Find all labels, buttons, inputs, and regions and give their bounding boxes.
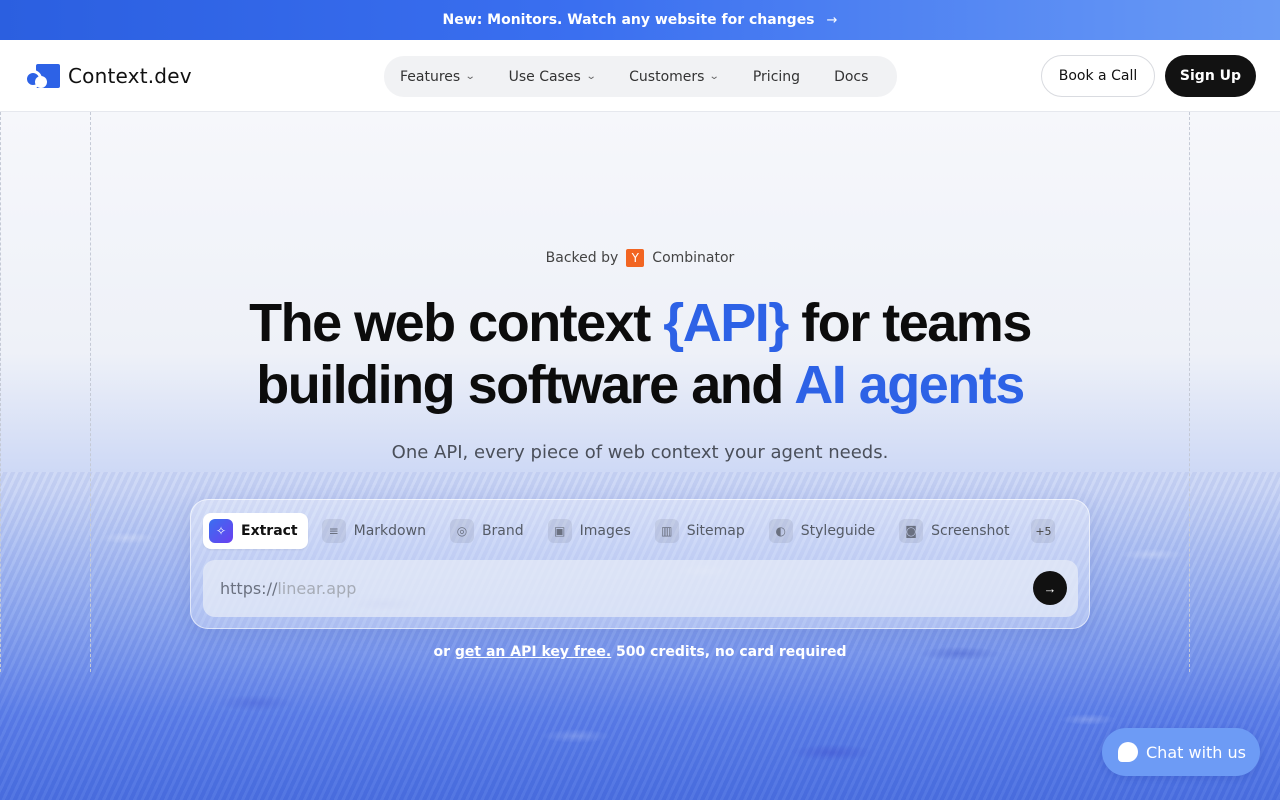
page-title: The web context {API} for teams building…: [0, 292, 1280, 416]
nav-label: Docs: [834, 68, 869, 85]
headline-text: The web context: [249, 293, 664, 353]
backed-by-badge: Backed by Y Combinator: [0, 249, 1280, 267]
nav-label: Pricing: [752, 68, 801, 85]
nav-label: Features: [400, 68, 461, 85]
chevron-down-icon: ⌄: [709, 71, 721, 82]
chat-button[interactable]: Chat with us: [1102, 728, 1260, 776]
logo[interactable]: Context.dev: [24, 63, 192, 88]
tab-label: Images: [579, 523, 631, 539]
tab-screenshot[interactable]: ◙ Screenshot: [893, 513, 1019, 549]
tab-label: Extract: [241, 523, 298, 539]
chat-bubble-icon: [1118, 742, 1138, 762]
tab-extract[interactable]: ✧ Extract: [203, 513, 308, 549]
sparkle-icon: ✧: [209, 519, 233, 543]
logo-text: Context.dev: [68, 63, 192, 88]
site-header: Context.dev Features ⌄ Use Cases ⌄ Custo…: [0, 40, 1280, 112]
chat-label: Chat with us: [1146, 742, 1246, 762]
nav-item-customers[interactable]: Customers ⌄: [629, 68, 721, 85]
backed-by-label: Backed by: [545, 250, 619, 266]
chevron-down-icon: ⌄: [464, 71, 476, 82]
tab-styleguide[interactable]: ◐ Styleguide: [763, 513, 885, 549]
map-icon: ▥: [654, 519, 679, 543]
sign-up-button[interactable]: Sign Up: [1165, 55, 1256, 97]
url-prefix: https://: [220, 579, 278, 598]
book-call-button[interactable]: Book a Call: [1041, 55, 1155, 97]
footnote-suffix: 500 credits, no card required: [611, 644, 847, 660]
url-field: https:// →: [203, 560, 1078, 617]
brand-icon: ◎: [449, 519, 474, 543]
api-tool-card: ✧ Extract ≡ Markdown ◎ Brand ▣ Images ▥ …: [190, 499, 1090, 629]
signup-footnote: or get an API key free. 500 credits, no …: [0, 644, 1280, 660]
arrow-right-icon: →: [826, 12, 838, 28]
more-tabs-button[interactable]: +5: [1031, 519, 1056, 543]
nav-item-use-cases[interactable]: Use Cases ⌄: [508, 68, 597, 85]
headline-text: building software and: [256, 355, 795, 415]
tab-label: Markdown: [353, 523, 426, 539]
tab-sitemap[interactable]: ▥ Sitemap: [649, 513, 755, 549]
combinator-label: Combinator: [652, 250, 735, 266]
headline-accent-api: {API}: [663, 293, 789, 353]
logo-icon: [24, 63, 60, 88]
image-icon: ▣: [547, 519, 572, 543]
tab-label: Styleguide: [800, 523, 876, 539]
tab-brand[interactable]: ◎ Brand: [444, 513, 534, 549]
hero-section: Backed by Y Combinator The web context {…: [0, 112, 1280, 800]
nav-item-docs[interactable]: Docs: [834, 69, 868, 85]
headline-text: for teams: [787, 293, 1032, 353]
tool-tabs: ✧ Extract ≡ Markdown ◎ Brand ▣ Images ▥ …: [203, 513, 1056, 549]
tab-markdown[interactable]: ≡ Markdown: [316, 513, 436, 549]
y-combinator-logo-icon: Y: [626, 249, 645, 267]
chevron-down-icon: ⌄: [585, 71, 597, 82]
url-input[interactable]: [277, 579, 978, 598]
tab-label: Brand: [481, 523, 524, 539]
main-nav: Features ⌄ Use Cases ⌄ Customers ⌄ Prici…: [384, 56, 897, 97]
subheading: One API, every piece of web context your…: [391, 442, 889, 463]
nav-item-features[interactable]: Features ⌄: [400, 68, 476, 85]
nav-label: Use Cases: [508, 68, 581, 85]
tab-images[interactable]: ▣ Images: [542, 513, 641, 549]
get-api-key-link[interactable]: get an API key free.: [455, 644, 611, 660]
nav-item-pricing[interactable]: Pricing: [753, 69, 800, 85]
submit-arrow-button[interactable]: →: [1033, 571, 1067, 605]
tab-label: Screenshot: [931, 523, 1010, 539]
nav-label: Customers: [629, 68, 705, 85]
tab-label: Sitemap: [686, 523, 745, 539]
headline-accent-ai-agents: AI agents: [794, 355, 1025, 415]
announcement-bar[interactable]: New: Monitors. Watch any website for cha…: [0, 0, 1280, 40]
camera-icon: ◙: [899, 519, 924, 543]
footnote-prefix: or: [433, 644, 455, 660]
palette-icon: ◐: [768, 519, 793, 543]
announcement-text: New: Monitors. Watch any website for cha…: [442, 12, 815, 28]
markdown-icon: ≡: [321, 519, 346, 543]
